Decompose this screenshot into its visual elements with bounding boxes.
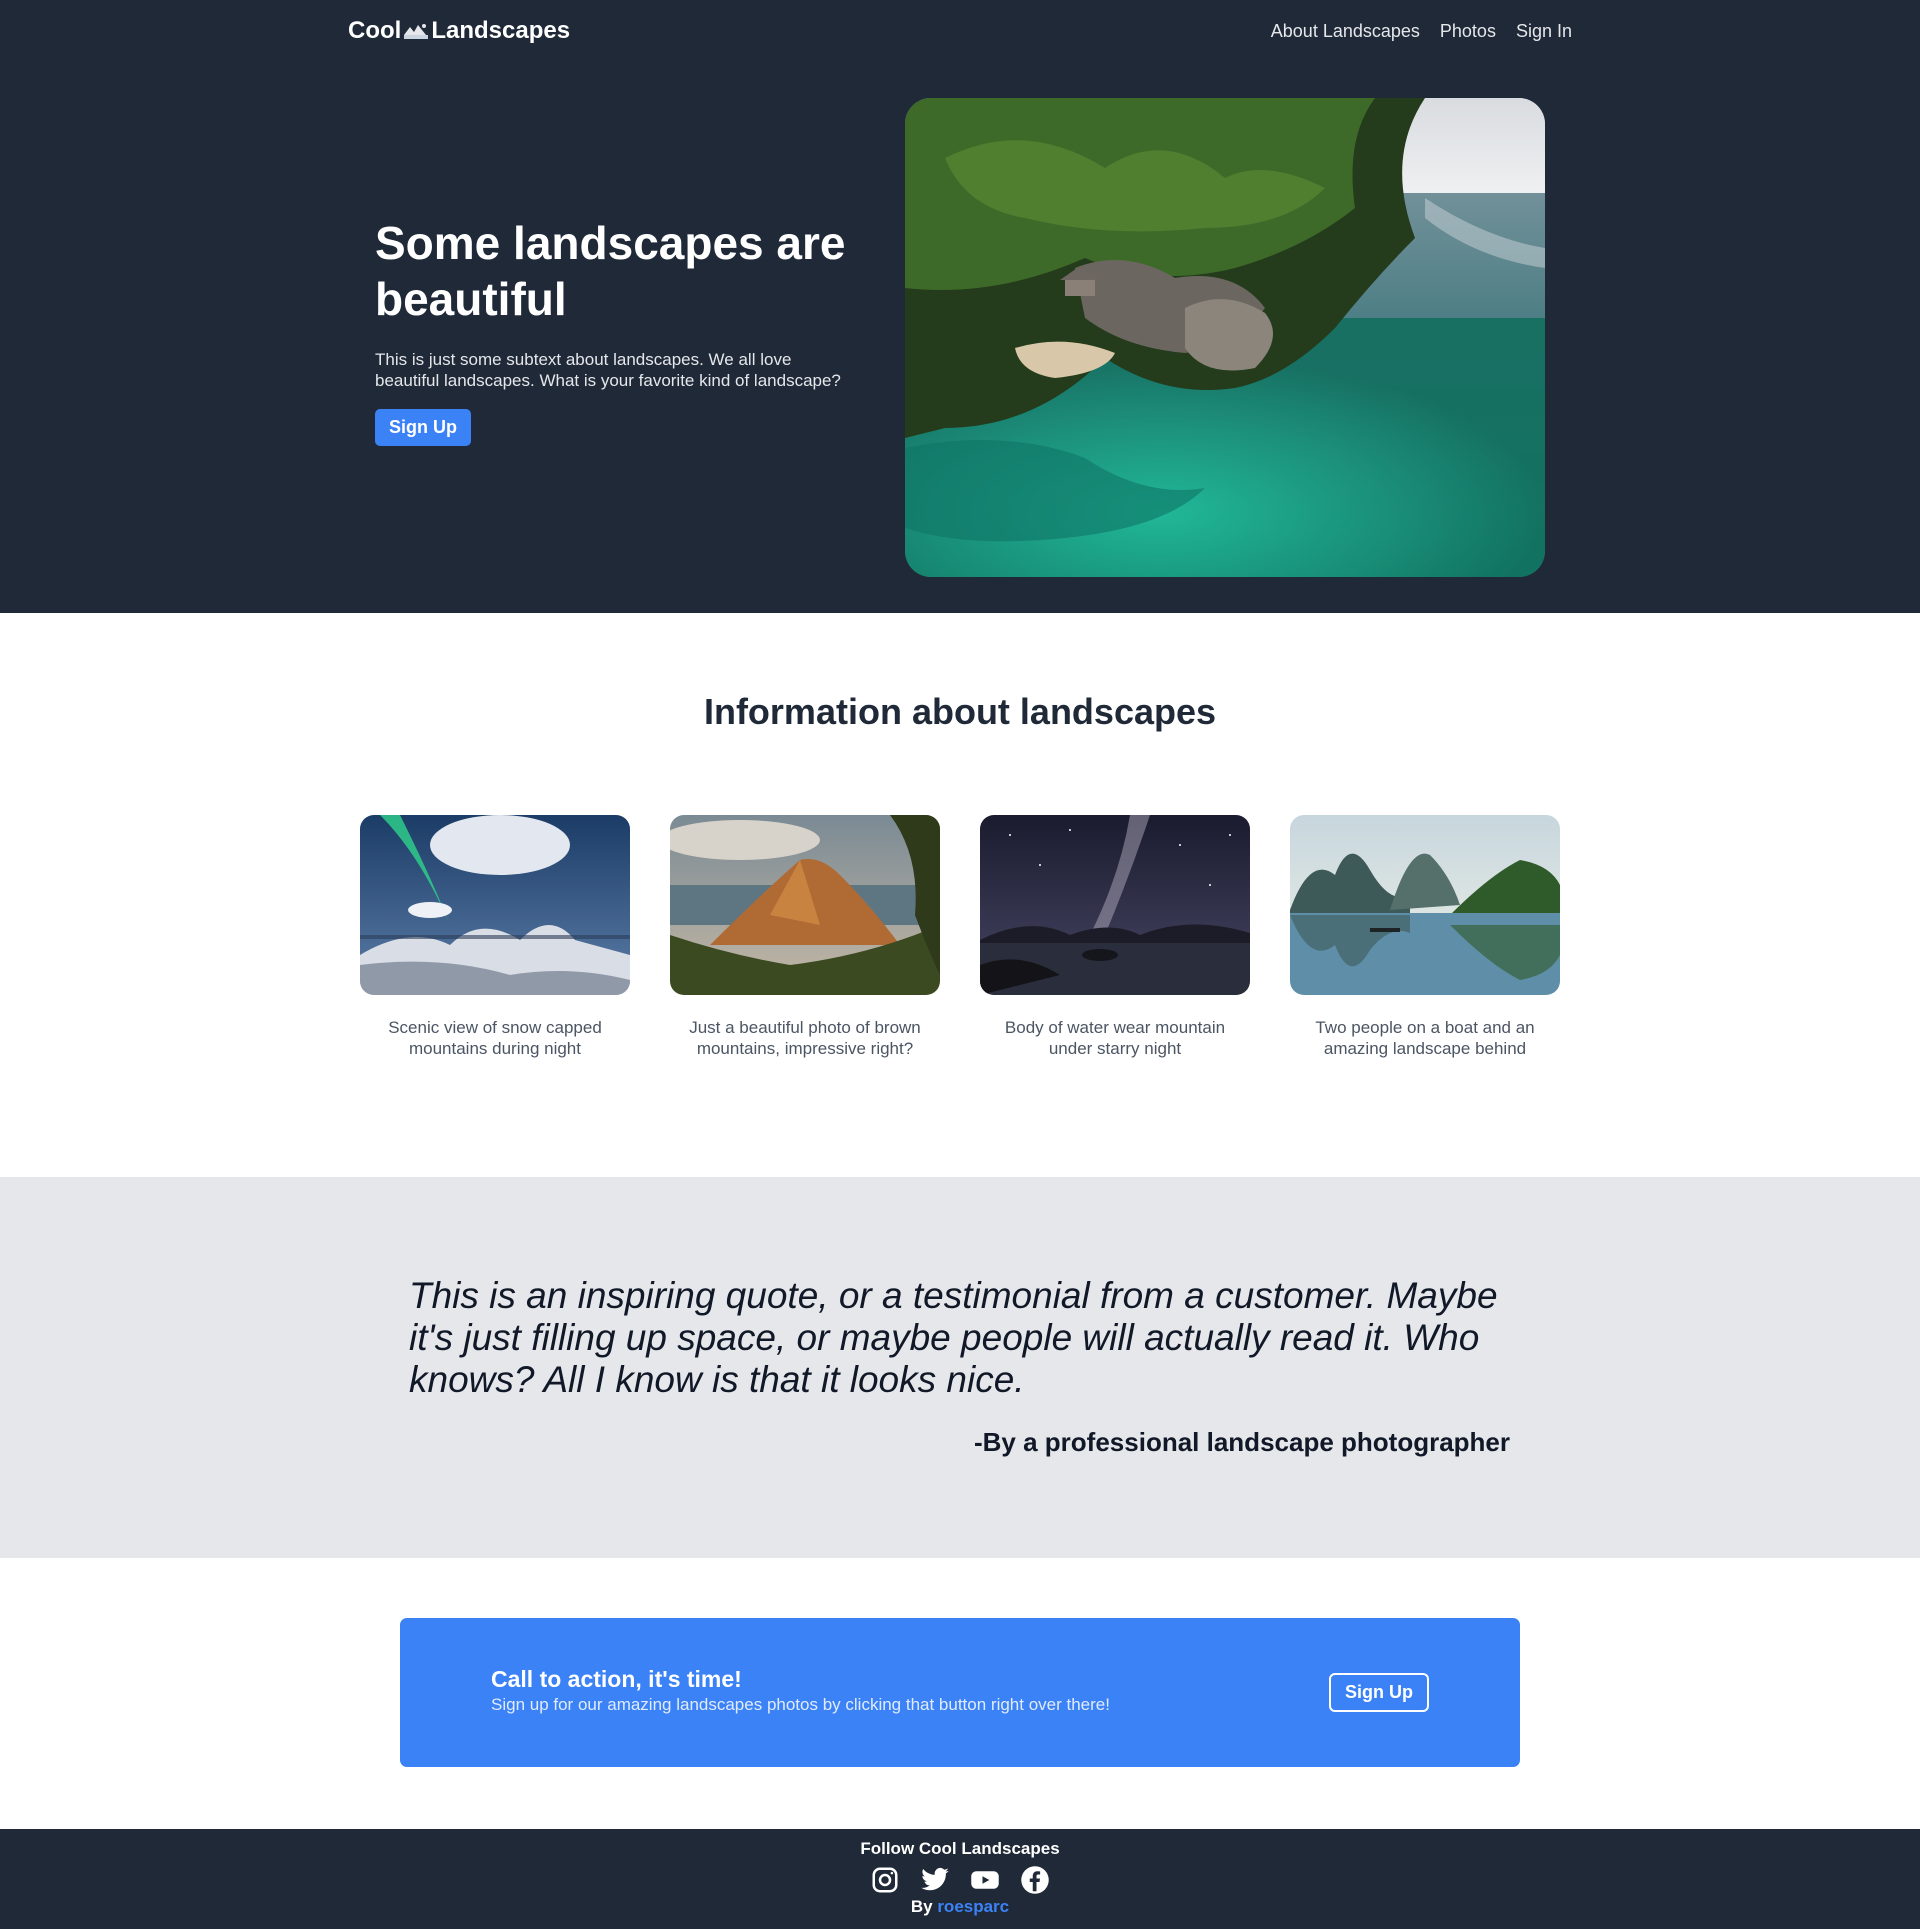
facebook-icon[interactable] (1020, 1865, 1050, 1895)
nav-link-about[interactable]: About Landscapes (1271, 21, 1420, 42)
social-links (0, 1865, 1920, 1895)
hero-text-block: Some landscapes are beautiful This is ju… (375, 215, 855, 446)
footer: Follow Cool Landscapes By roesparc (0, 1829, 1920, 1929)
snowy-mountains-aurora-image (360, 815, 630, 995)
hero-section: Cool Landscapes About Landscapes Photos … (0, 0, 1920, 613)
cta-section: Call to action, it's time! Sign up for o… (0, 1558, 1920, 1829)
starry-night-lake-image (980, 815, 1250, 995)
landscape-card: Body of water wear mountain under starry… (980, 815, 1250, 1059)
footer-credit-prefix: By (910, 1897, 938, 1916)
author-link[interactable]: roesparc (937, 1897, 1009, 1916)
card-caption: Scenic view of snow capped mountains dur… (388, 1018, 602, 1058)
nav-link-sign-in[interactable]: Sign In (1516, 21, 1572, 42)
landscape-card: Two people on a boat and an amazing land… (1290, 815, 1560, 1059)
hero-title: Some landscapes are beautiful (375, 217, 846, 325)
instagram-icon[interactable] (870, 1865, 900, 1895)
brand-name-right: Landscapes (431, 17, 571, 44)
testimonial-author: -By a professional landscape photographe… (974, 1427, 1510, 1457)
testimonial-quote: This is an inspiring quote, or a testimo… (409, 1275, 1498, 1400)
nav-links: About Landscapes Photos Sign In (1271, 21, 1572, 42)
info-section: Information about landscapes Scenic view… (0, 613, 1920, 1177)
footer-title: Follow Cool Landscapes (860, 1839, 1060, 1858)
brand-name-left: Cool (348, 17, 402, 44)
cta-title: Call to action, it's time! (491, 1666, 742, 1692)
hero-sign-up-button[interactable]: Sign Up (375, 409, 471, 446)
card-caption: Just a beautiful photo of brown mountain… (689, 1018, 921, 1058)
boat-river-landscape-image (1290, 815, 1560, 995)
landscape-card: Scenic view of snow capped mountains dur… (360, 815, 630, 1059)
brown-mountains-image (670, 815, 940, 995)
top-navbar: Cool Landscapes About Landscapes Photos … (0, 0, 1920, 64)
card-caption: Body of water wear mountain under starry… (1004, 1018, 1226, 1058)
landscape-logo-icon (402, 21, 431, 41)
twitter-icon[interactable] (920, 1865, 950, 1895)
cta-subtitle: Sign up for our amazing landscapes photo… (491, 1695, 1110, 1714)
card-caption: Two people on a boat and an amazing land… (1315, 1018, 1535, 1058)
hero-coastal-cliff-image (905, 98, 1545, 577)
testimonial-section: This is an inspiring quote, or a testimo… (0, 1177, 1920, 1558)
landscape-card: Just a beautiful photo of brown mountain… (670, 815, 940, 1059)
brand-logo[interactable]: Cool Landscapes (348, 17, 570, 45)
footer-credit: By roesparc (0, 1897, 1920, 1917)
youtube-icon[interactable] (970, 1865, 1000, 1895)
hero-subtitle: This is just some subtext about landscap… (375, 350, 841, 390)
cta-banner: Call to action, it's time! Sign up for o… (400, 1618, 1520, 1767)
cta-sign-up-button[interactable]: Sign Up (1329, 1673, 1429, 1712)
nav-link-photos[interactable]: Photos (1440, 21, 1496, 42)
info-section-title: Information about landscapes (703, 691, 1217, 732)
landscape-cards: Scenic view of snow capped mountains dur… (360, 815, 1560, 1059)
